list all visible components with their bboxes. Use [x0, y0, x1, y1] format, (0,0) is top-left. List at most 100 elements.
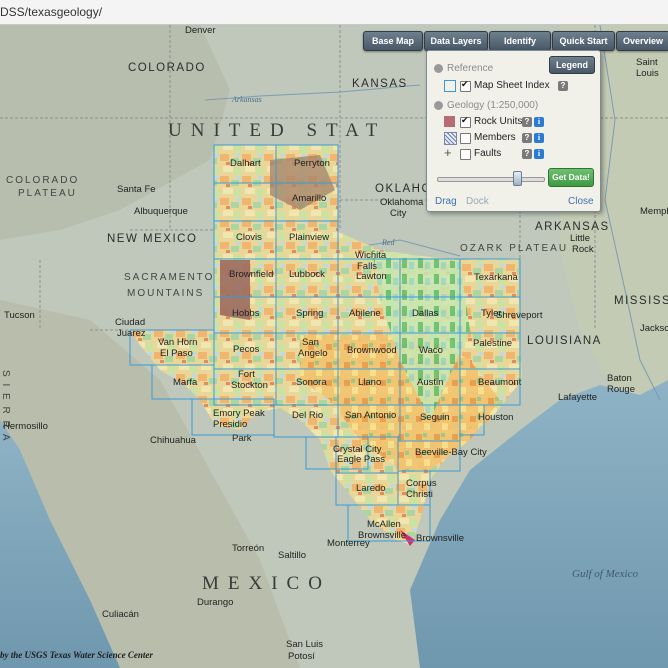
label-red-river: Red [382, 238, 395, 247]
sheet-hobbs: Hobbs [232, 308, 260, 319]
city-saint: Saint [636, 57, 658, 68]
label-ozark-plateau: OZARK PLATEAU [460, 243, 569, 254]
sheet-park: Park [232, 433, 252, 444]
label-mississippi: MISSISSIPPI [614, 295, 668, 307]
sheet-abilene: Abilene [349, 308, 381, 319]
city-oklahoma: Oklahoma [380, 197, 424, 208]
faults-checkbox[interactable] [460, 149, 471, 160]
sheet-san-antonio: San Antonio [345, 410, 397, 421]
label-louisiana: LOUISIANA [527, 335, 602, 347]
faults-help-icon[interactable]: ? [522, 149, 532, 159]
city-hermosillo: Hermosillo [3, 421, 48, 432]
faults-symbol-icon: + [444, 145, 452, 160]
city-jackson: Jackson [640, 323, 668, 334]
city-rock: Rock [572, 244, 594, 255]
label-sacramento-1: SACRAMENTO [124, 272, 215, 283]
sheet-sonora: Sonora [296, 377, 327, 388]
city-shreveport: Shreveport [496, 310, 543, 321]
legend-button[interactable]: Legend [549, 56, 595, 74]
collapse-geology-icon[interactable] [434, 101, 443, 110]
sheet-index-help-icon[interactable]: ? [558, 81, 568, 91]
city-chihuahua: Chihuahua [150, 435, 196, 446]
sheet-stockton: Stockton [231, 380, 268, 391]
city-baton: Baton [607, 373, 632, 384]
sheet-brownwood: Brownwood [347, 345, 397, 356]
label-colorado: COLORADO [128, 62, 206, 74]
sheet-amarillo: Amarillo [292, 193, 327, 204]
sheet-mcallen: McAllen [367, 519, 401, 530]
sheet-van-horn: Van Horn [158, 337, 198, 348]
opacity-slider-track[interactable] [437, 177, 545, 182]
label-arkansas: ARKANSAS [535, 221, 610, 233]
sheet-laredo: Laredo [356, 483, 386, 494]
sheet-palestine: Palestine [473, 338, 513, 349]
city-denver: Denver [185, 25, 216, 36]
label-colorado-plateau-2: PLATEAU [18, 188, 77, 199]
sheet-fort: Fort [238, 369, 255, 380]
members-checkbox[interactable] [460, 133, 471, 144]
sheet-index-swatch-icon [444, 80, 456, 92]
members-info-icon[interactable]: i [534, 133, 544, 143]
city-san-luis: San Luis [286, 639, 323, 650]
close-link[interactable]: Close [568, 196, 594, 207]
browser-address-bar[interactable]: DSS/texasgeology/ [0, 0, 668, 25]
city-juarez: Juarez [117, 328, 146, 339]
sheet-dallas: Dallas [412, 308, 439, 319]
opacity-slider-handle[interactable] [513, 171, 522, 186]
city-santa-fe: Santa Fe [117, 184, 156, 195]
faults-info-icon[interactable]: i [534, 149, 544, 159]
city-louis: Louis [636, 68, 659, 79]
base-map-button[interactable]: Base Map [363, 31, 423, 51]
rock-units-info-icon[interactable]: i [534, 117, 544, 127]
get-data-button[interactable]: Get Data! [548, 168, 594, 187]
city-rouge: Rouge [607, 384, 635, 395]
label-arkansas-river: Arkansas [232, 95, 262, 104]
quick-start-button[interactable]: Quick Start [552, 31, 615, 51]
collapse-reference-icon[interactable] [434, 64, 443, 73]
sheet-beaumont: Beaumont [478, 377, 522, 388]
members-swatch-icon [444, 132, 457, 145]
city-durango: Durango [197, 597, 234, 608]
city-culiacan: Culiacán [102, 609, 139, 620]
city-brownsville: Brownsville [416, 533, 465, 544]
faults-label: Faults [474, 148, 502, 159]
label-colorado-plateau-1: COLORADO [6, 175, 80, 186]
sheet-pecos: Pecos [233, 344, 260, 355]
sheet-lawton: Lawton [356, 271, 387, 282]
sheet-christi: Christi [406, 489, 433, 500]
sheet-llano: Llano [358, 377, 382, 388]
city-potosi: Potosí [288, 651, 315, 662]
dock-link[interactable]: Dock [466, 196, 489, 207]
reference-header: Reference [447, 63, 494, 74]
rock-units-help-icon[interactable]: ? [522, 117, 532, 127]
sheet-presidio: Presidio [213, 419, 248, 430]
map-sheet-index-checkbox[interactable] [460, 79, 471, 92]
geology-header: Geology (1:250,000) [447, 100, 539, 111]
city-tucson: Tucson [4, 310, 35, 321]
sheet-lubbock: Lubbock [289, 269, 325, 280]
drag-link[interactable]: Drag [435, 196, 457, 207]
map-sheet-index-label: Map Sheet Index [474, 80, 550, 91]
url-text: DSS/texasgeology/ [0, 5, 103, 19]
sheet-san: San [302, 337, 319, 348]
label-sacramento-2: MOUNTAINS [127, 288, 205, 299]
label-kansas: KANSAS [352, 78, 408, 90]
sheet-eagle-pass: Eagle Pass [337, 454, 386, 465]
rock-units-checkbox[interactable] [460, 115, 471, 128]
identify-button[interactable]: Identify [489, 31, 551, 51]
label-new-mexico: NEW MEXICO [107, 233, 198, 245]
overview-button[interactable]: Overview [616, 31, 668, 51]
sheet-emory-peak: Emory Peak [213, 408, 265, 419]
city-ciudad: Ciudad [115, 317, 146, 328]
sheet-angelo: Angelo [298, 348, 328, 359]
sheet-clovis: Clovis [236, 232, 262, 243]
members-help-icon[interactable]: ? [522, 133, 532, 143]
sheet-texarkana: Texarkana [474, 272, 518, 283]
label-mexico: MEXICO [202, 573, 331, 594]
city-memphis: Memphis [640, 206, 668, 217]
sheet-houston: Houston [478, 412, 514, 423]
sheet-del-rio: Del Rio [292, 410, 324, 421]
label-united-states: UNITED STAT [168, 120, 387, 141]
rock-units-label: Rock Units [474, 116, 523, 127]
data-layers-button[interactable]: Data Layers [424, 31, 488, 51]
